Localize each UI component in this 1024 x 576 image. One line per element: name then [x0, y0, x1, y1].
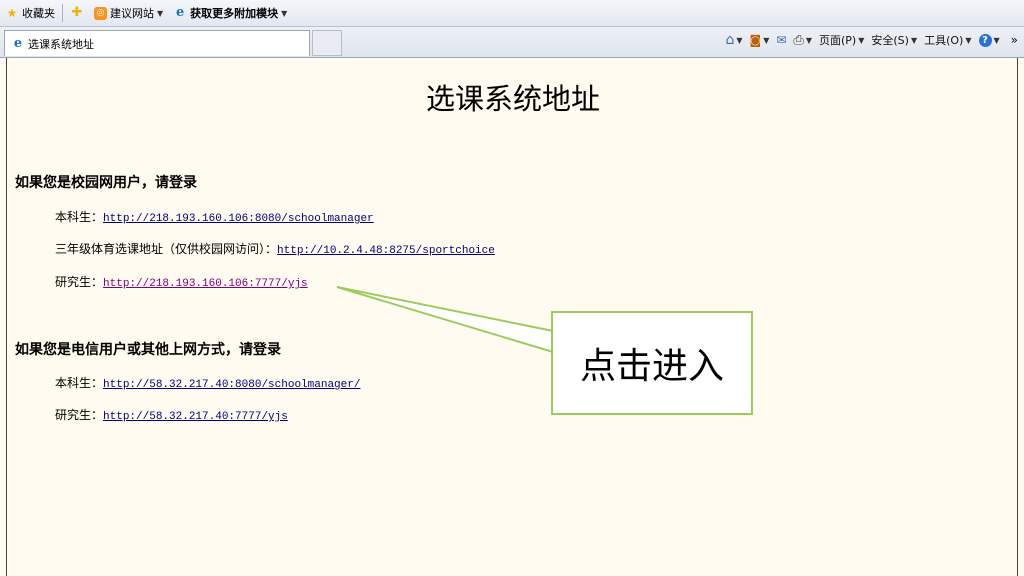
chevron-down-icon: ▼ — [858, 35, 865, 45]
add-favorite-button[interactable]: ✚ — [65, 2, 89, 24]
row-label: 研究生： — [55, 275, 104, 289]
mail-icon: ✉ — [776, 33, 787, 47]
suggested-sites-button[interactable]: ◎ 建议网站 ▼ — [89, 2, 168, 24]
row-label: 本科生： — [55, 210, 104, 224]
mail-button[interactable]: ✉ — [776, 33, 786, 47]
feeds-button[interactable]: ◙ ▼ — [750, 33, 770, 47]
page-content: 选课系统地址 如果您是校园网用户，请登录 本科生：http://218.193.… — [6, 58, 1018, 576]
chevron-down-icon: ▼ — [736, 35, 743, 45]
home-icon: ⌂ — [725, 32, 735, 48]
rss-icon: ◙ — [749, 33, 762, 47]
chevron-down-icon: ▼ — [157, 8, 164, 18]
graduate-campus-link[interactable]: http://218.193.160.106:7777/yjs — [103, 278, 308, 290]
row-label: 本科生： — [55, 376, 104, 390]
graduate-telecom-link[interactable]: http://58.32.217.40:7777/yjs — [103, 411, 288, 423]
list-item: 研究生：http://218.193.160.106:7777/yjs — [55, 273, 308, 290]
new-tab-button[interactable] — [312, 30, 342, 56]
section-campus-heading: 如果您是校园网用户，请登录 — [15, 175, 197, 191]
chevron-down-icon: ▼ — [281, 8, 288, 18]
get-addons-button[interactable]: e 获取更多附加模块 ▼ — [168, 2, 292, 24]
printer-icon: ⎙ — [793, 32, 804, 48]
page-title: 选课系统地址 — [425, 82, 600, 116]
undergrad-telecom-link[interactable]: http://58.32.217.40:8080/schoolmanager/ — [103, 379, 360, 391]
suggested-sites-icon: ◎ — [94, 6, 107, 20]
page-menu[interactable]: 页面(P) ▼ — [819, 32, 864, 48]
list-item: 本科生：http://218.193.160.106:8080/schoolma… — [55, 208, 374, 225]
chevron-down-icon: ▼ — [965, 35, 972, 45]
tools-menu[interactable]: 工具(O) ▼ — [924, 32, 971, 48]
add-favorite-icon: ✚ — [71, 5, 83, 20]
safety-menu[interactable]: 安全(S) ▼ — [871, 32, 917, 48]
tab-bar: e 选课系统地址 ⌂ ▼ ◙ ▼ ✉ ⎙ ▼ 页面(P) ▼ 安全(S) ▼ 工… — [0, 27, 1024, 58]
callout-text: 点击进入 — [579, 346, 724, 387]
ie-icon: e — [176, 5, 185, 20]
tab-current[interactable]: e 选课系统地址 — [4, 30, 310, 56]
favorites-label: 收藏夹 — [22, 7, 55, 20]
home-button[interactable]: ⌂ ▼ — [726, 32, 743, 48]
chevron-down-icon: ▼ — [993, 35, 1000, 45]
help-icon: ? — [978, 33, 992, 47]
row-label: 三年级体育选课地址（仅供校园网访问）： — [55, 242, 278, 256]
star-icon: ★ — [6, 6, 18, 20]
list-item: 研究生：http://58.32.217.40:7777/yjs — [55, 406, 288, 423]
suggested-sites-label: 建议网站 — [110, 7, 154, 20]
tools-menu-label: 工具(O) — [924, 34, 964, 47]
ie-icon: e — [13, 35, 23, 51]
list-item: 三年级体育选课地址（仅供校园网访问）：http://10.2.4.48:8275… — [55, 240, 495, 257]
tab-title: 选课系统地址 — [28, 37, 94, 51]
section-telecom-heading: 如果您是电信用户或其他上网方式，请登录 — [15, 342, 281, 358]
chevron-down-icon: ▼ — [910, 35, 918, 45]
undergrad-campus-link[interactable]: http://218.193.160.106:8080/schoolmanage… — [103, 213, 374, 225]
page-menu-label: 页面(P) — [818, 34, 857, 47]
safety-menu-label: 安全(S) — [871, 34, 909, 47]
divider — [62, 4, 63, 22]
row-label: 研究生： — [55, 408, 104, 422]
favorites-bar: ★ 收藏夹 ✚ ◎ 建议网站 ▼ e 获取更多附加模块 ▼ — [0, 0, 1024, 27]
get-addons-label: 获取更多附加模块 — [190, 7, 279, 20]
favorites-button[interactable]: ★ 收藏夹 — [0, 2, 60, 24]
print-button[interactable]: ⎙ ▼ — [793, 33, 812, 48]
command-bar: ⌂ ▼ ◙ ▼ ✉ ⎙ ▼ 页面(P) ▼ 安全(S) ▼ 工具(O) ▼ ? … — [726, 32, 1019, 48]
chevron-down-icon: ▼ — [805, 35, 812, 45]
list-item: 本科生：http://58.32.217.40:8080/schoolmanag… — [55, 374, 360, 391]
callout-box: 点击进入 — [551, 311, 753, 415]
more-commands-icon[interactable]: » — [1011, 33, 1018, 47]
help-button[interactable]: ? ▼ — [978, 33, 1000, 47]
chevron-down-icon: ▼ — [763, 35, 770, 45]
sports-choice-link[interactable]: http://10.2.4.48:8275/sportchoice — [277, 245, 495, 257]
